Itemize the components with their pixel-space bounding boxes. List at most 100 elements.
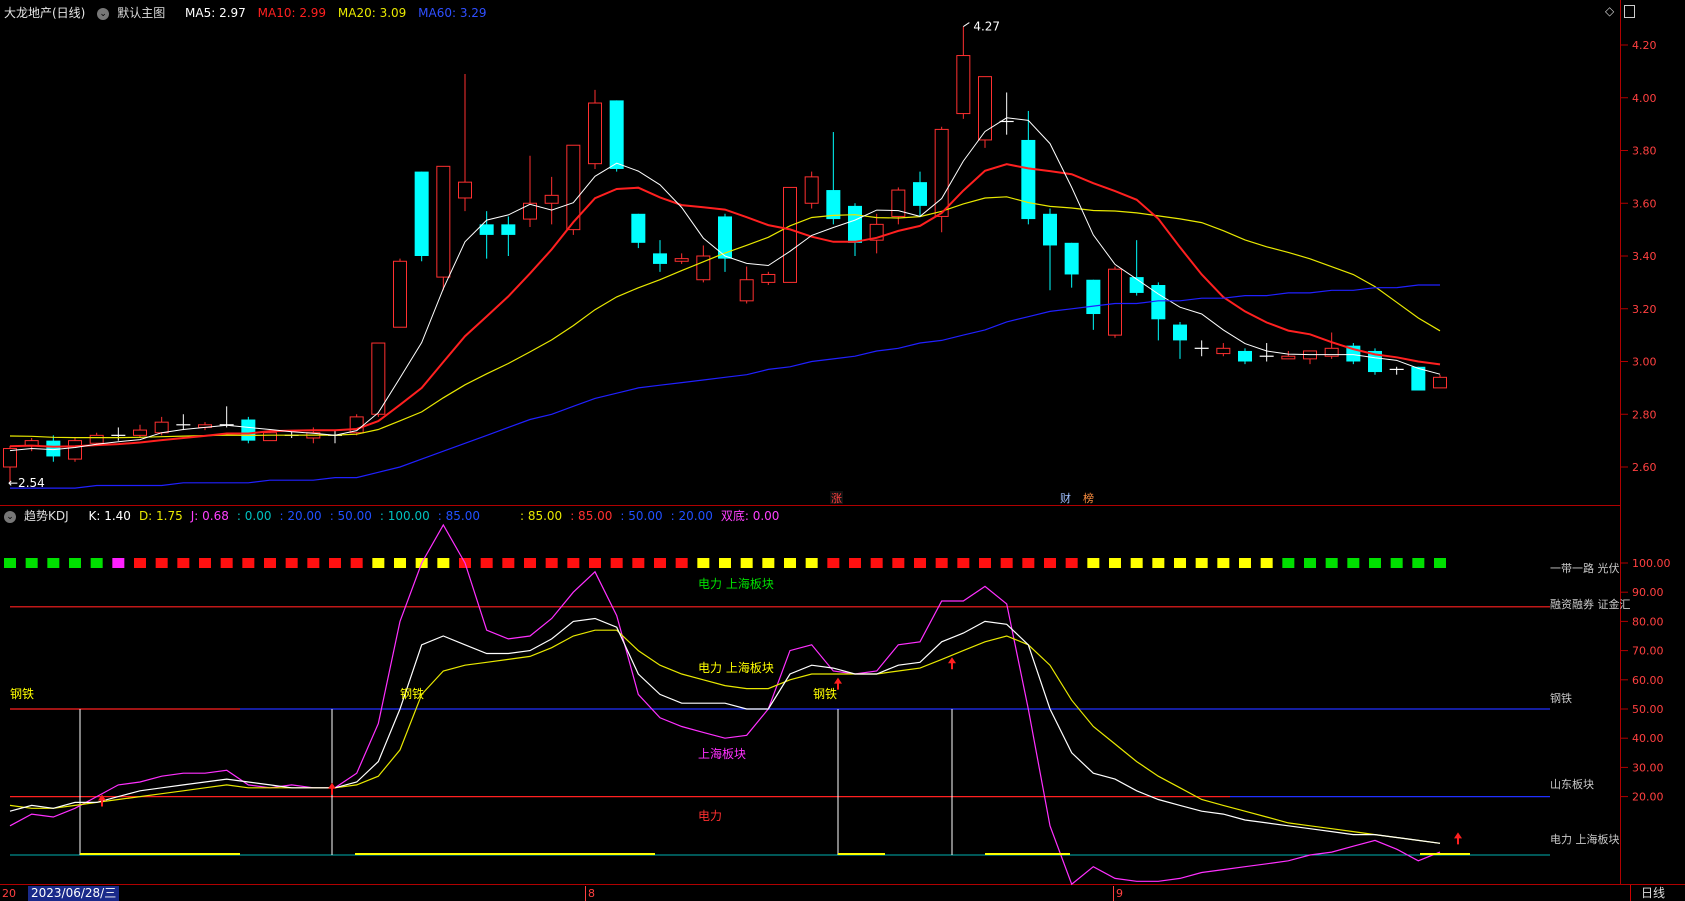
candle-body[interactable] [783, 186, 797, 283]
candle-body[interactable] [414, 171, 429, 256]
signal-square [1239, 558, 1251, 568]
candle-body[interactable] [804, 176, 819, 204]
signal-square [719, 558, 731, 568]
candle-body[interactable] [89, 434, 104, 444]
candle-body[interactable] [761, 273, 776, 283]
candle-body[interactable] [631, 213, 646, 243]
chevron-down-icon[interactable]: ⌄ [4, 510, 16, 523]
candle-body[interactable] [3, 448, 17, 468]
event-marker-bang[interactable]: 榜 [1083, 491, 1094, 505]
ma60-line [10, 284, 1440, 489]
signal-square [935, 558, 948, 568]
candle-body[interactable] [1238, 350, 1252, 362]
candle-body[interactable] [371, 342, 386, 415]
candle-body[interactable] [978, 76, 992, 141]
restore-icon[interactable] [1624, 5, 1635, 18]
sector-label[interactable]: 融资融券 证金汇 [1550, 597, 1631, 611]
candle-body[interactable] [479, 224, 494, 235]
candle-body[interactable] [154, 421, 169, 434]
label-shanghai: 上海板块 [698, 746, 746, 761]
month-9-tick: 9 [1113, 886, 1123, 901]
candle-body[interactable] [436, 165, 451, 278]
candle-body[interactable] [501, 224, 516, 235]
price-tick-label: 3.60 [1632, 197, 1657, 210]
sector-label[interactable]: 山东板块 [1550, 777, 1594, 791]
sub-indicator-menu[interactable]: ⌄ 趋势KDJ [4, 509, 77, 523]
candle-body[interactable] [263, 432, 277, 442]
kdj-chart[interactable]: 电力 上海板块电力 上海板块上海板块电力钢铁 钢铁 钢铁一带一路 光伏 融资融券 证… [4, 523, 1631, 886]
signal-square [1369, 558, 1381, 568]
candle-body[interactable] [913, 182, 927, 206]
kdj-tick-label: 70.00 [1632, 645, 1664, 658]
candle-body[interactable] [1021, 139, 1036, 220]
ma5-line [9, 117, 1441, 452]
signal-square [1065, 558, 1078, 568]
signal-square [502, 558, 515, 568]
candle-body[interactable] [1064, 242, 1079, 275]
buy-arrow-icon [328, 782, 336, 795]
candle-body[interactable] [891, 189, 906, 217]
signal-square [199, 558, 211, 568]
candle-body[interactable] [1216, 347, 1231, 355]
ma10-line [9, 163, 1441, 448]
signal-square [1000, 558, 1013, 568]
kdj-tick-label: 30.00 [1632, 761, 1664, 774]
period-button[interactable]: 日线 [1629, 885, 1665, 901]
candlesticks[interactable] [3, 26, 1447, 483]
signal-square [1390, 558, 1403, 568]
ma10-value: MA10: 2.99 [257, 6, 327, 20]
main-indicator-name: 默认主图 [117, 6, 166, 20]
candle-body[interactable] [68, 440, 82, 460]
candle-body[interactable] [1108, 268, 1122, 336]
candle-body[interactable] [956, 55, 971, 115]
candle-body[interactable] [609, 100, 624, 169]
kdj-legend-item: : 85.00 [519, 509, 563, 523]
candle-body[interactable] [1173, 324, 1187, 341]
window-controls: ◇ [1605, 4, 1635, 18]
candle-body[interactable] [588, 102, 602, 165]
signal-square [1130, 558, 1143, 568]
chevron-down-icon[interactable]: ⌄ [97, 7, 110, 20]
candle-body[interactable] [241, 419, 256, 441]
candle-body[interactable] [1281, 355, 1296, 360]
sector-label[interactable]: 钢铁 [1550, 692, 1572, 705]
sector-label[interactable]: 电力 上海板块 [1550, 832, 1620, 846]
candle-body[interactable] [133, 429, 147, 436]
high-price-label: 4.27 [973, 20, 1000, 34]
candle-body[interactable] [1086, 279, 1101, 315]
signal-square [285, 558, 298, 568]
chart-frame[interactable]: 4.20 4.00 3.80 3.60 3.40 3.20 3.00 2.80 2.60 4.2… [0, 0, 1685, 901]
signal-square [1260, 558, 1273, 568]
diamond-icon[interactable]: ◇ [1605, 4, 1614, 18]
candle-body[interactable] [848, 205, 862, 243]
main-indicator-menu[interactable]: ⌄ 默认主图 [97, 6, 173, 20]
stock-title[interactable]: 大龙地产(日线) [4, 6, 85, 20]
candle-body[interactable] [653, 253, 667, 264]
signal-square [112, 558, 125, 568]
candle-body[interactable] [46, 440, 61, 457]
signal-square [589, 558, 601, 568]
candle-body[interactable] [544, 194, 559, 204]
event-marker-zhang[interactable]: 涨 [831, 492, 842, 505]
signal-square [25, 558, 38, 568]
candle-body[interactable] [458, 181, 472, 199]
signal-square [1217, 558, 1230, 568]
signal-square [979, 558, 991, 568]
candle-body[interactable] [934, 128, 949, 217]
signal-square [1022, 558, 1035, 568]
candle-body[interactable] [1433, 376, 1447, 389]
event-marker-cai[interactable]: 财 [1060, 491, 1071, 505]
signal-square [827, 558, 840, 568]
cursor-date: 2023/06/28/三 [28, 886, 120, 901]
kdj-tick-label: 40.00 [1632, 732, 1664, 745]
candle-body[interactable] [739, 279, 754, 302]
label-dianli-shanghai-top: 电力 上海板块 [698, 576, 774, 591]
candle-body[interactable] [674, 258, 689, 262]
candle-body[interactable] [1043, 213, 1057, 246]
price-tick-label: 2.60 [1632, 461, 1657, 474]
candle-body[interactable] [393, 260, 407, 328]
kdj-legend-item: J: 0.68 [190, 509, 229, 523]
sector-label[interactable]: 一带一路 光伏 [1550, 561, 1620, 575]
candle-body[interactable] [1411, 366, 1426, 391]
signal-square [155, 558, 168, 568]
